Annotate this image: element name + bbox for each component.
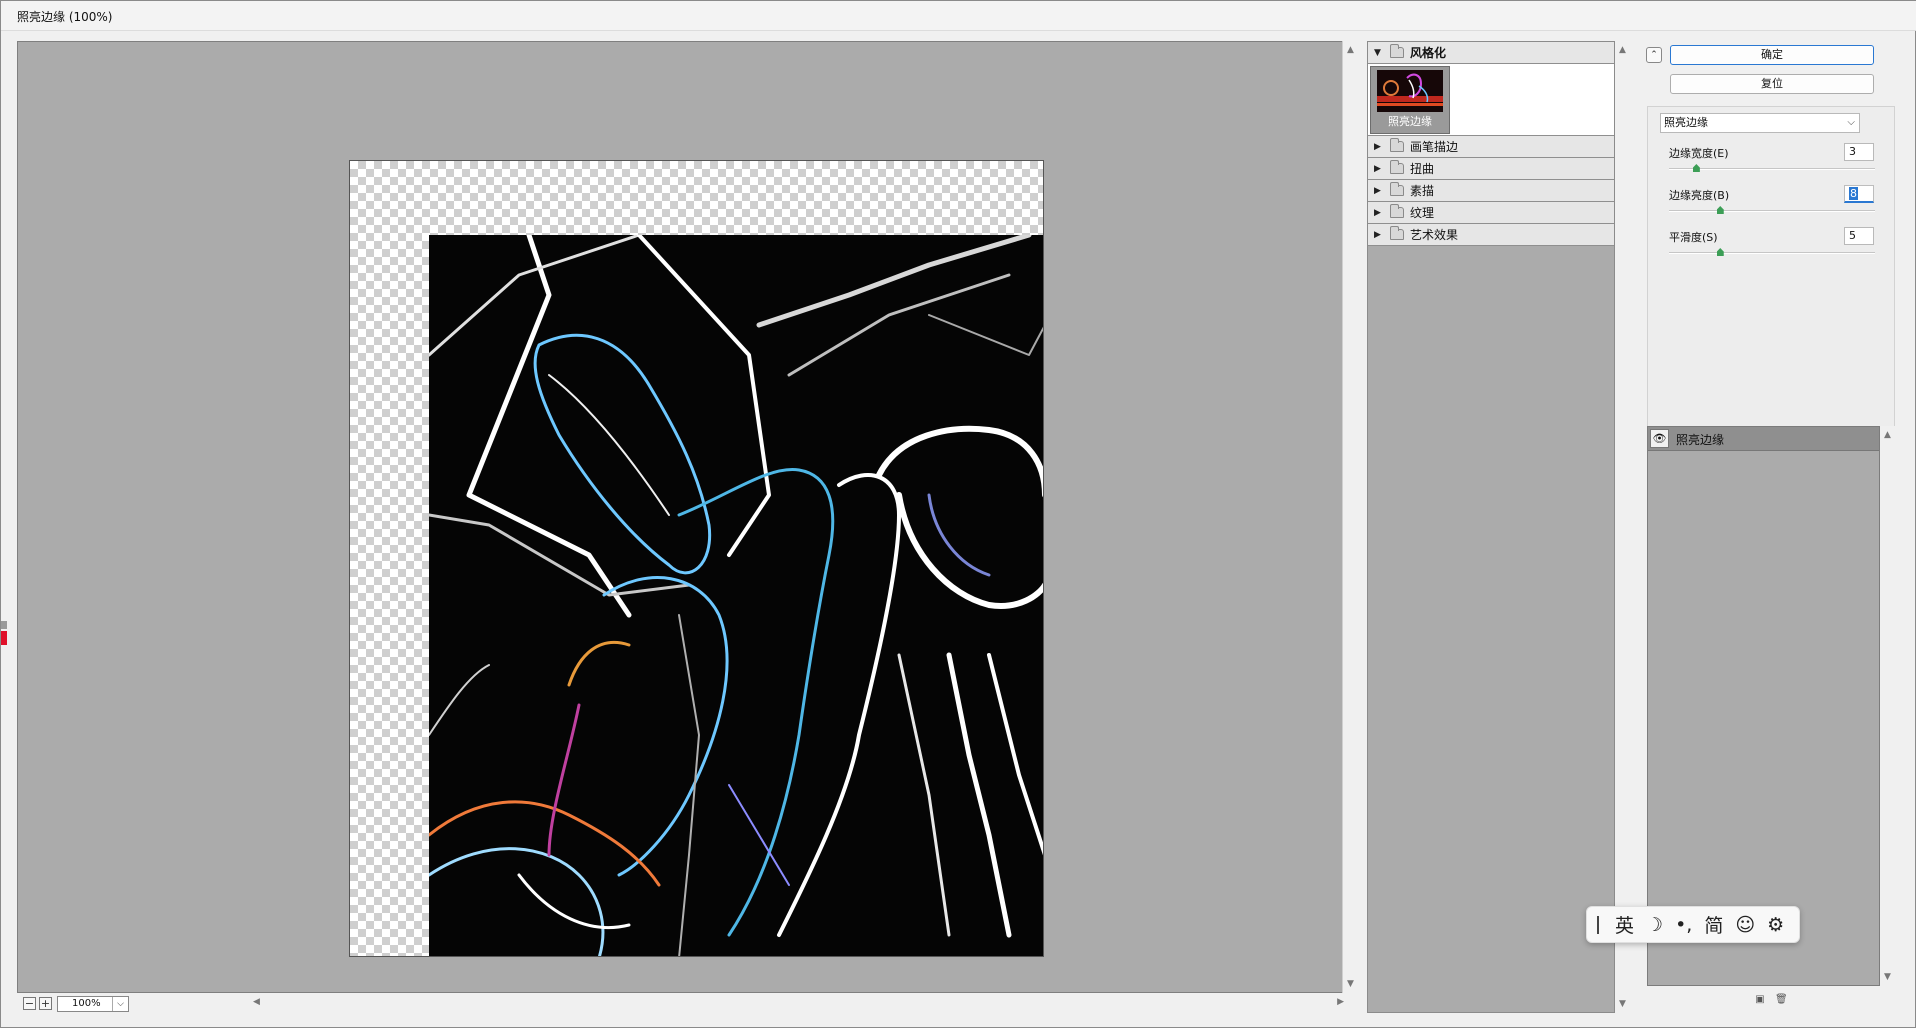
category-texture[interactable]: ▶ 纹理 [1368, 202, 1614, 224]
slider-handle[interactable] [1716, 248, 1724, 256]
gear-icon[interactable]: ⚙ [1767, 914, 1784, 936]
chevron-down-icon[interactable]: ⌵ [112, 997, 128, 1011]
triangle-right-icon[interactable]: ▶ [1374, 186, 1386, 196]
triangle-right-icon[interactable]: ▶ [1374, 142, 1386, 152]
edge-width-label: 边缘宽度(E) [1669, 147, 1729, 160]
edge-brightness-slider[interactable] [1669, 206, 1875, 214]
zoom-in-button[interactable]: + [39, 997, 52, 1010]
category-distort[interactable]: ▶ 扭曲 [1368, 158, 1614, 180]
ok-button[interactable]: 确定 [1670, 45, 1874, 65]
effect-layer-name: 照亮边缘 [1676, 433, 1725, 447]
smoothness-label: 平滑度(S) [1669, 231, 1718, 244]
category-label: 扭曲 [1410, 162, 1435, 176]
glowing-edges-image [427, 232, 1043, 956]
filter-thumbnails: 照亮边缘 [1368, 64, 1614, 136]
effect-layers-panel: 👁 照亮边缘 [1647, 426, 1880, 986]
folder-icon [1390, 138, 1404, 152]
scroll-right-icon[interactable]: ▶ [1337, 997, 1344, 1007]
folder-icon [1390, 204, 1404, 218]
gallery-scrollbar[interactable]: ▲ ▼ [1615, 41, 1633, 1013]
zoom-out-button[interactable]: − [23, 997, 36, 1010]
ime-language-toggle[interactable]: 英 [1615, 911, 1634, 938]
folder-icon [1390, 44, 1404, 58]
triangle-right-icon[interactable]: ▶ [1374, 164, 1386, 174]
moon-icon[interactable]: ☽ [1646, 914, 1663, 936]
edge-width-slider[interactable] [1669, 164, 1875, 172]
edge-brightness-value: 8 [1849, 187, 1858, 200]
scroll-up-icon[interactable]: ▲ [1619, 45, 1626, 55]
smoothness-slider[interactable] [1669, 248, 1875, 256]
collapse-gallery-icon[interactable]: ⌃ [1646, 47, 1662, 63]
left-edge-marks [1, 621, 7, 651]
category-stylize[interactable]: ▼ 风格化 [1368, 42, 1614, 64]
category-label: 纹理 [1410, 206, 1435, 220]
slider-handle[interactable] [1716, 206, 1724, 214]
filter-select[interactable]: 照亮边缘 ⌵ [1660, 113, 1860, 133]
filter-thumbnail-glowing-edges[interactable]: 照亮边缘 [1370, 66, 1450, 134]
scroll-up-icon[interactable]: ▲ [1347, 45, 1354, 55]
chevron-down-icon[interactable]: ⌵ [1847, 114, 1855, 132]
settings-panel: ⌃ 确定 复位 照亮边缘 ⌵ 边缘宽度(E) 3 边缘亮度(B) 8 平滑度(S… [1643, 41, 1898, 451]
preview-bottom-bar: − + 100% ⌵ ◀ ▶ [17, 993, 1346, 1015]
filter-gallery-window: 照亮边缘 (100%) ▲ ▼ − + 100% ⌵ ◀ ▶ ▼ 风格化 照亮边… [0, 0, 1916, 1028]
effect-layer-row[interactable]: 👁 照亮边缘 [1648, 427, 1879, 451]
category-label: 素描 [1410, 184, 1435, 198]
zoom-level-value: 100% [72, 998, 101, 1009]
scroll-down-icon[interactable]: ▼ [1619, 999, 1626, 1009]
new-effect-layer-icon[interactable]: ▣ [1754, 994, 1766, 1006]
category-label: 画笔描边 [1410, 140, 1459, 154]
edge-width-input[interactable]: 3 [1844, 143, 1874, 161]
triangle-right-icon[interactable]: ▶ [1374, 208, 1386, 218]
edge-brightness-input[interactable]: 8 [1844, 185, 1874, 203]
filter-options: 照亮边缘 ⌵ 边缘宽度(E) 3 边缘亮度(B) 8 平滑度(S) 5 [1647, 106, 1895, 451]
category-brush-strokes[interactable]: ▶ 画笔描边 [1368, 136, 1614, 158]
reset-button[interactable]: 复位 [1670, 74, 1874, 94]
layers-scrollbar[interactable]: ▲ ▼ [1880, 426, 1898, 986]
preview-canvas [349, 160, 1044, 957]
preview-vertical-scrollbar[interactable]: ▲ ▼ [1342, 41, 1360, 993]
scroll-down-icon[interactable]: ▼ [1884, 972, 1891, 982]
smoothness-input[interactable]: 5 [1844, 227, 1874, 245]
thumbnail-caption: 照亮边缘 [1388, 115, 1432, 128]
category-sketch[interactable]: ▶ 素描 [1368, 180, 1614, 202]
folder-icon [1390, 182, 1404, 196]
title-bar: 照亮边缘 (100%) [1, 1, 1916, 31]
punctuation-icon[interactable]: •, [1675, 914, 1692, 936]
window-title: 照亮边缘 (100%) [17, 10, 113, 24]
folder-icon [1390, 226, 1404, 240]
delete-effect-layer-icon[interactable]: 🗑 [1775, 994, 1788, 1006]
edge-brightness-label: 边缘亮度(B) [1669, 189, 1730, 202]
ime-toolbar: 英 ☽ •, 简 ☺ ⚙ [1586, 906, 1800, 943]
preview-horizontal-scrollbar[interactable]: ◀ ▶ [249, 996, 1346, 1012]
triangle-right-icon[interactable]: ▶ [1374, 230, 1386, 240]
triangle-down-icon[interactable]: ▼ [1374, 48, 1386, 58]
category-label: 艺术效果 [1410, 228, 1459, 242]
ime-simplified-toggle[interactable]: 简 [1704, 911, 1723, 938]
scroll-left-icon[interactable]: ◀ [253, 997, 260, 1007]
thumbnail-image [1377, 70, 1443, 112]
slider-handle[interactable] [1692, 164, 1700, 172]
scroll-up-icon[interactable]: ▲ [1884, 430, 1891, 440]
scroll-down-icon[interactable]: ▼ [1347, 979, 1354, 989]
emoji-icon[interactable]: ☺ [1735, 914, 1755, 936]
eye-icon[interactable]: 👁 [1650, 429, 1669, 448]
preview-image [427, 232, 1043, 956]
folder-icon [1390, 160, 1404, 174]
filter-select-value: 照亮边缘 [1664, 116, 1708, 129]
filter-gallery-panel: ▼ 风格化 照亮边缘 ▶ 画笔描边 ▶ 扭曲 ▶ 素描 ▶ 纹理 ▶ 艺术效果 [1367, 41, 1615, 1013]
category-label: 风格化 [1410, 46, 1447, 60]
preview-area[interactable] [17, 41, 1346, 993]
zoom-level-select[interactable]: 100% ⌵ [57, 996, 129, 1012]
ime-drag-handle[interactable] [1597, 915, 1599, 934]
category-artistic[interactable]: ▶ 艺术效果 [1368, 224, 1614, 246]
